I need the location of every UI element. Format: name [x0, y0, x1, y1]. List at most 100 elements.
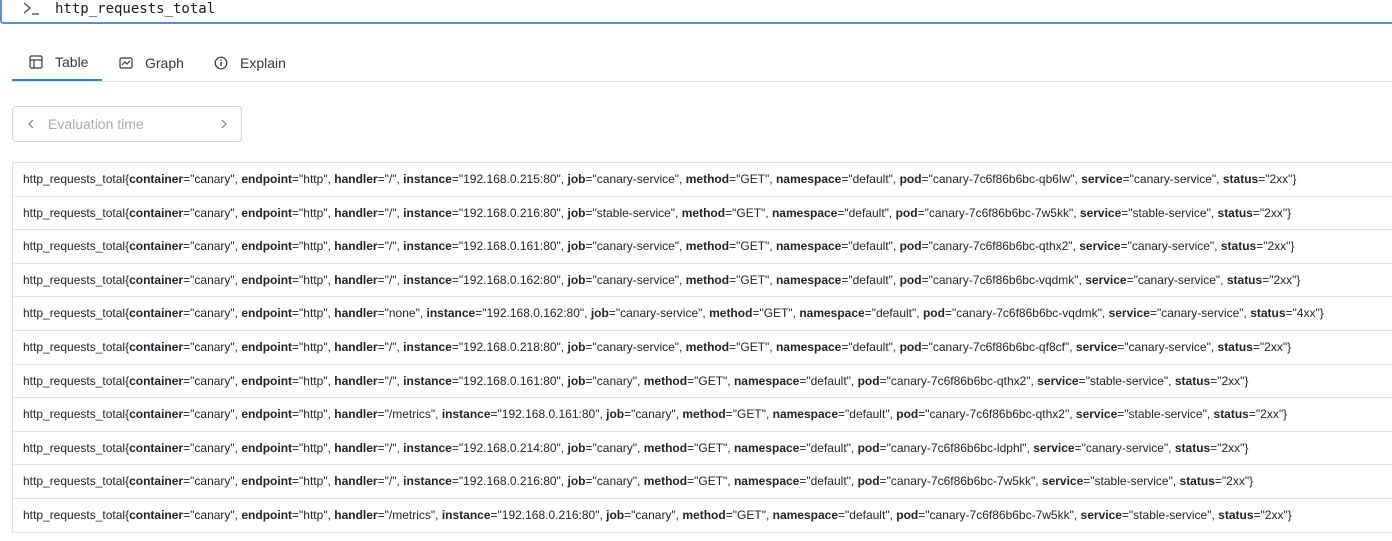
label-key: pod — [922, 306, 945, 321]
label-value: stable-service — [1094, 474, 1169, 489]
label-value: 192.168.0.216:80 — [501, 507, 596, 522]
label-value: default — [875, 306, 913, 321]
label-key: job — [567, 339, 586, 354]
label-value: canary — [194, 440, 231, 455]
chevron-left-icon[interactable] — [25, 118, 37, 130]
label-key: job — [567, 272, 586, 287]
label-value: canary — [596, 373, 633, 388]
label-key: namespace — [771, 205, 838, 220]
label-value: canary — [596, 440, 633, 455]
label-key: instance — [441, 507, 491, 522]
label-value: canary — [194, 205, 231, 220]
metric-name: http_requests_total — [23, 440, 126, 455]
label-key: service — [1108, 306, 1150, 321]
label-value: http — [303, 440, 324, 455]
label-value: canary-service — [1085, 440, 1164, 455]
label-value: http — [303, 474, 324, 489]
label-key: handler — [334, 507, 378, 522]
label-value: canary-7c6f86b6bc-qf8cf — [932, 339, 1065, 354]
label-value: 2xx — [1260, 407, 1279, 422]
label-key: pod — [899, 339, 922, 354]
label-key: namespace — [733, 474, 800, 489]
evaluation-time-input[interactable]: Evaluation time — [48, 116, 144, 132]
label-value: canary — [194, 172, 231, 186]
label-key: endpoint — [241, 272, 293, 287]
tab-graph-label: Graph — [145, 54, 184, 71]
label-value: 2xx — [1267, 239, 1287, 254]
label-value: 192.168.0.215:80 — [463, 172, 557, 186]
label-value: http — [303, 239, 324, 254]
label-key: job — [567, 239, 586, 254]
label-value: 2xx — [1269, 172, 1289, 186]
label-key: status — [1226, 272, 1263, 287]
label-key: service — [1033, 440, 1075, 455]
tab-explain[interactable]: Explain — [214, 44, 286, 81]
label-value: stable-service — [1128, 407, 1203, 422]
label-key: instance — [403, 205, 452, 220]
label-key: instance — [403, 239, 452, 254]
label-key: namespace — [733, 440, 800, 455]
label-key: container — [129, 306, 184, 321]
label-key: service — [1037, 373, 1079, 388]
label-value: canary — [596, 474, 633, 489]
label-value: canary-7c6f86b6bc-qthx2 — [929, 407, 1065, 422]
terminal-prompt-icon — [23, 2, 39, 15]
label-value: / — [388, 272, 393, 287]
table-row: http_requests_total{container="canary", … — [12, 196, 1392, 231]
label-key: status — [1220, 239, 1257, 254]
label-value: default — [852, 272, 889, 287]
label-key: status — [1217, 339, 1253, 354]
label-value: 2xx — [1264, 339, 1283, 354]
label-key: endpoint — [241, 474, 293, 489]
metric-name: http_requests_total — [23, 172, 126, 186]
label-value: /metrics — [388, 507, 431, 522]
label-key: instance — [403, 440, 452, 455]
label-key: status — [1174, 373, 1211, 388]
label-value: canary-service — [596, 239, 675, 254]
label-key: namespace — [772, 407, 838, 422]
label-value: 2xx — [1221, 440, 1241, 455]
label-key: job — [567, 205, 586, 220]
label-value: default — [852, 339, 889, 354]
label-value: canary-7c6f86b6bc-7w5kk — [928, 205, 1069, 220]
label-key: namespace — [775, 172, 842, 186]
label-value: / — [388, 205, 393, 220]
label-key: container — [129, 474, 184, 489]
tab-table[interactable]: Table — [12, 44, 102, 81]
label-key: method — [685, 239, 730, 254]
label-value: canary — [194, 373, 231, 388]
label-key: job — [590, 306, 609, 321]
label-value: canary-7c6f86b6bc-qthx2 — [890, 373, 1027, 388]
label-value: 2xx — [1264, 205, 1283, 220]
label-key: endpoint — [241, 339, 293, 354]
label-value: 192.168.0.161:80 — [501, 407, 596, 422]
query-input[interactable]: http_requests_total — [0, 0, 1392, 24]
label-key: handler — [334, 407, 378, 422]
label-value: canary-service — [1133, 172, 1212, 186]
metric-name: http_requests_total — [23, 205, 126, 220]
label-key: pod — [857, 474, 880, 489]
label-value: default — [849, 507, 886, 522]
table-row: http_requests_total{container="canary", … — [12, 431, 1392, 466]
label-value: GET — [737, 507, 762, 522]
tab-graph[interactable]: Graph — [119, 44, 184, 81]
metric-name: http_requests_total — [23, 272, 126, 287]
label-value: stable-service — [1089, 373, 1164, 388]
label-key: container — [129, 373, 184, 388]
label-value: canary — [194, 306, 231, 321]
label-value: canary-7c6f86b6bc-qthx2 — [932, 239, 1069, 254]
label-key: method — [685, 339, 730, 354]
label-key: instance — [403, 272, 452, 287]
label-key: pod — [896, 507, 919, 522]
label-key: method — [643, 373, 688, 388]
label-value: http — [303, 339, 324, 354]
label-value: canary-service — [620, 306, 699, 321]
label-value: http — [303, 172, 324, 186]
label-key: method — [685, 172, 730, 186]
chevron-right-icon[interactable] — [218, 118, 230, 130]
label-value: canary-service — [596, 339, 675, 354]
view-tabs: Table Graph Explain — [12, 44, 1392, 82]
evaluation-time-picker[interactable]: Evaluation time — [12, 106, 242, 142]
label-value: default — [852, 172, 889, 186]
label-key: handler — [334, 205, 378, 220]
